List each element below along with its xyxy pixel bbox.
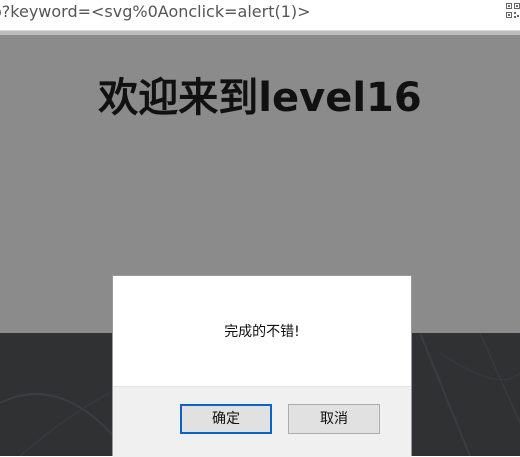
- dialog-body: 完成的不错!: [113, 276, 411, 386]
- cancel-button[interactable]: 取消: [288, 404, 380, 434]
- dialog-footer: 确定 取消: [113, 386, 411, 457]
- address-bar[interactable]: o?keyword=<svg%0Aonclick=alert(1)>: [0, 0, 520, 31]
- alert-dialog: 完成的不错! 确定 取消: [112, 275, 412, 457]
- url-text[interactable]: o?keyword=<svg%0Aonclick=alert(1)>: [0, 2, 311, 21]
- qr-code-icon[interactable]: [506, 3, 520, 19]
- ok-button[interactable]: 确定: [180, 404, 272, 434]
- dialog-message: 完成的不错!: [224, 324, 300, 340]
- page-title: 欢迎来到level16: [98, 75, 422, 121]
